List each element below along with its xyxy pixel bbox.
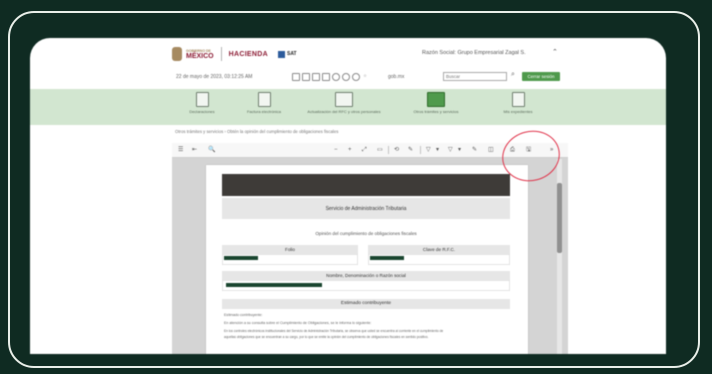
name-header: Nombre, Denominación o Razón social xyxy=(222,271,510,280)
pdf-scroll-thumb[interactable] xyxy=(557,183,562,253)
toolbar-divider xyxy=(420,146,421,154)
user-name[interactable]: Razón Social: Grupo Empresarial Zagal S. xyxy=(422,50,526,56)
pdf-viewer: ☰ ⇤ 🔍 − + ⤢ ▭ ⟲ ✎ ▽ ▾ ▽ ▾ ✎ ◫ ⎙ 🖫 » Serv… xyxy=(172,143,568,354)
datetime: 22 de mayo de 2023, 03:12:25 AM xyxy=(176,74,253,80)
zoom-in-icon[interactable]: + xyxy=(348,146,352,154)
body-line-2: En atención a su consulta sobre el Cumpl… xyxy=(224,321,372,325)
document-icon xyxy=(195,92,209,107)
find-icon[interactable]: 🔍 xyxy=(208,146,215,154)
calendar-icon[interactable] xyxy=(292,73,300,81)
folio-redaction xyxy=(224,256,258,260)
pen-icon[interactable]: ✎ xyxy=(472,146,477,154)
name-redaction xyxy=(226,283,322,287)
share-icon[interactable] xyxy=(322,73,330,81)
folder-icon xyxy=(511,92,525,107)
gob-link[interactable]: gob.mx xyxy=(388,74,404,80)
pdf-page: Servicio de Administración Tributaria Op… xyxy=(206,165,528,354)
fit-page-icon[interactable]: ⤢ xyxy=(362,146,367,154)
logo-mexico-top: GOBIERNO DE xyxy=(186,48,211,53)
print-icon[interactable] xyxy=(312,73,320,81)
sat-title: Servicio de Administración Tributaria xyxy=(325,206,407,212)
nav-item-expedientes[interactable]: Mis expedientes xyxy=(480,92,556,114)
close-session-button[interactable]: Cerrar sesión xyxy=(522,72,560,81)
utility-bar: 22 de mayo de 2023, 03:12:25 AM ☆ gob.mx… xyxy=(30,68,666,86)
main-nav: Declaraciones Factura electrónica Actual… xyxy=(30,89,666,125)
highlight-icon[interactable]: ▽ xyxy=(426,146,431,154)
estado-header: Estimado contribuyente xyxy=(222,299,510,309)
accessibility-icon[interactable] xyxy=(332,73,340,81)
body-line-3: En los controles electrónicos institucio… xyxy=(224,329,444,333)
monitor-icon xyxy=(335,92,353,107)
logo-group[interactable]: GOBIERNO DE MÉXICO HACIENDA SAT xyxy=(172,45,297,63)
sat-logo-icon xyxy=(277,50,285,58)
logo-divider xyxy=(220,47,222,61)
favorite-icon[interactable]: ☆ xyxy=(362,73,368,79)
nav-item-label: Actualización del RFC y otros personales xyxy=(307,109,381,114)
annotate-dropdown-icon[interactable]: ▾ xyxy=(458,146,461,154)
folio-header: Folio xyxy=(222,245,358,254)
search-icon[interactable]: ⌕ xyxy=(511,71,515,79)
computer-icon xyxy=(427,92,445,107)
site-header: GOBIERNO DE MÉXICO HACIENDA SAT Razón So… xyxy=(30,38,666,66)
browser-screen: GOBIERNO DE MÉXICO HACIENDA SAT Razón So… xyxy=(30,38,666,354)
user-icon[interactable] xyxy=(352,73,360,81)
opinion-title: Opinión del cumplimiento de obligaciones… xyxy=(315,231,417,236)
logo-sat-text: SAT xyxy=(286,51,297,57)
breadcrumb[interactable]: Otros trámites y servicios › Obtén la op… xyxy=(175,129,338,134)
invoice-icon xyxy=(257,92,271,107)
logo-mexico: GOBIERNO DE MÉXICO xyxy=(186,49,214,60)
nav-item-label: Mis expedientes xyxy=(503,109,533,114)
first-page-icon[interactable]: ⇤ xyxy=(192,146,197,154)
logo-hacienda: HACIENDA xyxy=(228,50,268,58)
two-page-icon[interactable]: ◫ xyxy=(488,146,494,154)
draw-icon[interactable]: ✎ xyxy=(408,146,413,154)
zoom-out-icon[interactable]: − xyxy=(334,146,338,154)
star-icon[interactable] xyxy=(342,73,350,81)
body-line-4: aquellas obligaciones que se encuentran … xyxy=(224,335,429,339)
toolbar-divider xyxy=(388,146,389,154)
utility-icons: ☆ xyxy=(292,73,368,81)
sidebar-toggle-icon[interactable]: ☰ xyxy=(178,146,183,154)
rfc-header: Clave de R.F.C. xyxy=(368,245,510,254)
mexico-seal-icon xyxy=(172,47,182,61)
highlight-dropdown-icon[interactable]: ▾ xyxy=(436,146,439,154)
chevron-up-icon[interactable]: ⌃ xyxy=(552,48,558,56)
logo-sat: SAT xyxy=(277,50,297,58)
nav-item-factura[interactable]: Factura electrónica xyxy=(226,92,302,114)
rfc-redaction xyxy=(370,256,404,260)
nav-item-rfc[interactable]: Actualización del RFC y otros personales xyxy=(306,92,382,114)
document-banner xyxy=(222,174,510,196)
rotate-icon[interactable]: ⟲ xyxy=(394,146,399,154)
nav-item-otros[interactable]: Otros trámites y servicios xyxy=(398,92,474,114)
mail-icon[interactable] xyxy=(302,73,310,81)
annotate-icon[interactable]: ▽ xyxy=(448,146,453,154)
search-input[interactable] xyxy=(443,72,507,81)
nav-item-label: Factura electrónica xyxy=(246,109,281,114)
logo-mexico-main: MÉXICO xyxy=(186,52,214,60)
body-line-1: Estimado contribuyente: xyxy=(224,313,263,317)
page-view-icon[interactable]: ▭ xyxy=(377,146,383,154)
nav-item-label: Otros trámites y servicios xyxy=(413,109,459,114)
